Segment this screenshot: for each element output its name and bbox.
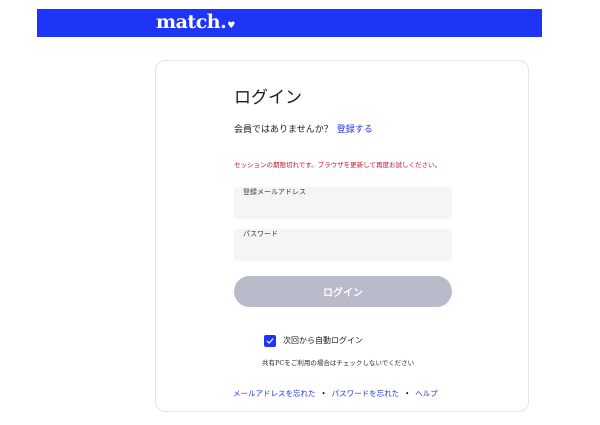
password-label: パスワード xyxy=(243,230,278,238)
match-logo[interactable]: match.♥ xyxy=(156,10,235,38)
page-title: ログイン xyxy=(234,88,302,108)
remember-me-label[interactable]: 次回から自動ログイン xyxy=(283,335,363,347)
logo-text: match. xyxy=(156,11,227,33)
header-bar: match.♥ xyxy=(37,9,542,37)
password-field[interactable]: パスワード xyxy=(234,229,452,261)
shared-pc-note: 共有PCをご利用の場合はチェックしないでください xyxy=(262,359,415,367)
no-account-text: 会員ではありませんか？ xyxy=(234,125,333,135)
footer-links: メールアドレスを忘れた • パスワードを忘れた • ヘルプ xyxy=(233,388,438,400)
login-button[interactable]: ログイン xyxy=(234,276,452,307)
remember-me-row[interactable]: 次回から自動ログイン xyxy=(264,335,363,347)
forgot-password-link[interactable]: パスワードを忘れた xyxy=(332,389,400,398)
separator: • xyxy=(321,390,326,398)
login-page: match.♥ ログイン 会員ではありませんか？ 登録する セッションの期限切れで… xyxy=(0,0,600,425)
email-label: 登録メールアドレス xyxy=(243,188,306,196)
help-link[interactable]: ヘルプ xyxy=(415,389,438,398)
signup-prompt: 会員ではありませんか？ 登録する xyxy=(234,123,373,137)
separator: • xyxy=(405,390,410,398)
signup-link[interactable]: 登録する xyxy=(337,125,373,135)
heart-icon: ♥ xyxy=(227,21,235,31)
forgot-email-link[interactable]: メールアドレスを忘れた xyxy=(233,389,316,398)
email-field[interactable]: 登録メールアドレス xyxy=(234,187,452,219)
check-icon xyxy=(266,338,274,344)
email-input[interactable] xyxy=(242,199,442,215)
remember-me-checkbox[interactable] xyxy=(264,335,276,347)
password-input[interactable] xyxy=(242,241,442,257)
session-error-message: セッションの期限切れです。ブラウザを更新して再度お試しください。 xyxy=(234,161,441,169)
